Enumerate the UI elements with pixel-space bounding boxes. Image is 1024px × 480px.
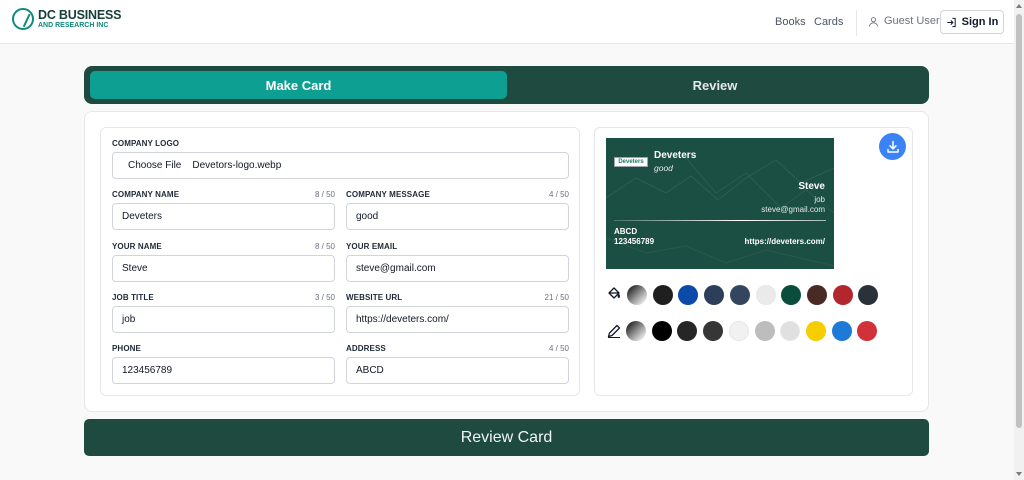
your-email-label: YOUR EMAIL [346, 242, 398, 251]
card-company-logo: Deveters [614, 157, 648, 167]
guest-user[interactable]: Guest User [868, 15, 940, 27]
your-email-input[interactable]: steve@gmail.com [346, 255, 569, 282]
company-name-input[interactable]: Deveters [112, 203, 335, 230]
your-name-label: YOUR NAME [112, 242, 162, 251]
card-job-title: job [814, 195, 825, 204]
your-name-char-count: 8 / 50 [314, 242, 335, 251]
text-color-swatch-5[interactable] [728, 321, 749, 341]
card-website: https://deveters.com/ [744, 237, 825, 246]
address-char-count: 4 / 50 [548, 344, 569, 353]
nav-link-books[interactable]: Books [775, 16, 806, 28]
paint-bucket-icon [608, 287, 620, 299]
card-divider [614, 220, 826, 221]
brand-logo[interactable]: DC BUSINESS AND RESEARCH INC [12, 8, 121, 30]
step-tabs: Make Card Review [84, 66, 929, 104]
background-color-swatch-2[interactable] [652, 285, 673, 305]
company-message-label: COMPANY MESSAGE [346, 190, 430, 199]
selected-file-name: Devetors-logo.webp [192, 160, 282, 171]
card-email: steve@gmail.com [761, 205, 825, 214]
text-color-swatch-2[interactable] [651, 321, 672, 341]
text-color-swatch-4[interactable] [703, 321, 724, 341]
user-icon [868, 16, 879, 26]
website-url-input[interactable]: https://deveters.com/ [346, 306, 569, 333]
card-phone: 123456789 [614, 237, 655, 246]
guest-user-label: Guest User [884, 15, 940, 27]
sign-in-icon [947, 17, 956, 27]
brand-subtitle: AND RESEARCH INC [38, 22, 109, 30]
scroll-up-arrow-icon[interactable] [1016, 4, 1022, 8]
company-logo-file-input[interactable]: Choose File Devetors-logo.webp [112, 152, 569, 179]
phone-input[interactable]: 123456789 [112, 357, 335, 384]
pencil-icon [607, 324, 621, 338]
job-title-char-count: 3 / 50 [314, 293, 335, 302]
top-navigation-bar: DC BUSINESS AND RESEARCH INC Books Cards… [0, 0, 1014, 44]
company-name-label: COMPANY NAME [112, 190, 180, 199]
text-color-swatch-1[interactable] [626, 321, 646, 341]
background-color-swatch-1[interactable] [627, 285, 647, 305]
background-color-swatch-5[interactable] [729, 285, 750, 305]
choose-file-button[interactable]: Choose File [125, 160, 185, 171]
job-title-input[interactable]: job [112, 306, 335, 333]
address-input[interactable]: ABCD [346, 357, 569, 384]
review-card-button[interactable]: Review Card [84, 419, 929, 456]
download-card-button[interactable] [879, 133, 906, 160]
address-label: ADDRESS [346, 344, 386, 353]
company-logo-label: COMPANY LOGO [112, 139, 180, 148]
company-name-char-count: 8 / 50 [314, 190, 335, 199]
scrollbar-thumb[interactable] [1016, 14, 1022, 428]
text-color-swatch-9[interactable] [831, 321, 852, 341]
company-message-input[interactable]: good [346, 203, 569, 230]
card-company-name: Deveters [654, 150, 697, 161]
background-color-swatch-4[interactable] [704, 285, 725, 305]
sign-in-button[interactable]: Sign In [940, 10, 1004, 34]
sign-in-label: Sign In [961, 16, 999, 28]
website-url-char-count: 21 / 50 [544, 293, 569, 302]
job-title-label: JOB TITLE [112, 293, 154, 302]
business-card-preview: Deveters Deveters good Steve job steve@g… [606, 138, 834, 269]
card-company-message: good [654, 163, 673, 173]
background-color-swatch-9[interactable] [832, 285, 853, 305]
brand-logo-text: DC BUSINESS AND RESEARCH INC [38, 9, 121, 30]
text-color-swatch-8[interactable] [805, 321, 826, 341]
tab-make-card[interactable]: Make Card [90, 71, 507, 99]
background-color-swatch-8[interactable] [806, 285, 827, 305]
card-person-name: Steve [798, 181, 825, 192]
nav-link-cards[interactable]: Cards [814, 16, 843, 28]
download-icon [886, 140, 899, 153]
background-color-swatch-6[interactable] [755, 285, 776, 305]
page-scrollbar[interactable] [1014, 0, 1024, 480]
scroll-down-arrow-icon[interactable] [1016, 472, 1022, 476]
your-name-input[interactable]: Steve [112, 255, 335, 282]
website-url-label: WEBSITE URL [346, 293, 403, 302]
brand-logo-icon [12, 8, 34, 30]
tab-review[interactable]: Review [507, 71, 923, 99]
card-address: ABCD [614, 227, 638, 236]
brand-name: DC BUSINESS [38, 7, 122, 22]
text-color-swatch-6[interactable] [754, 321, 775, 341]
company-message-char-count: 4 / 50 [548, 190, 569, 199]
phone-label: PHONE [112, 344, 141, 353]
nav-divider [856, 10, 857, 36]
